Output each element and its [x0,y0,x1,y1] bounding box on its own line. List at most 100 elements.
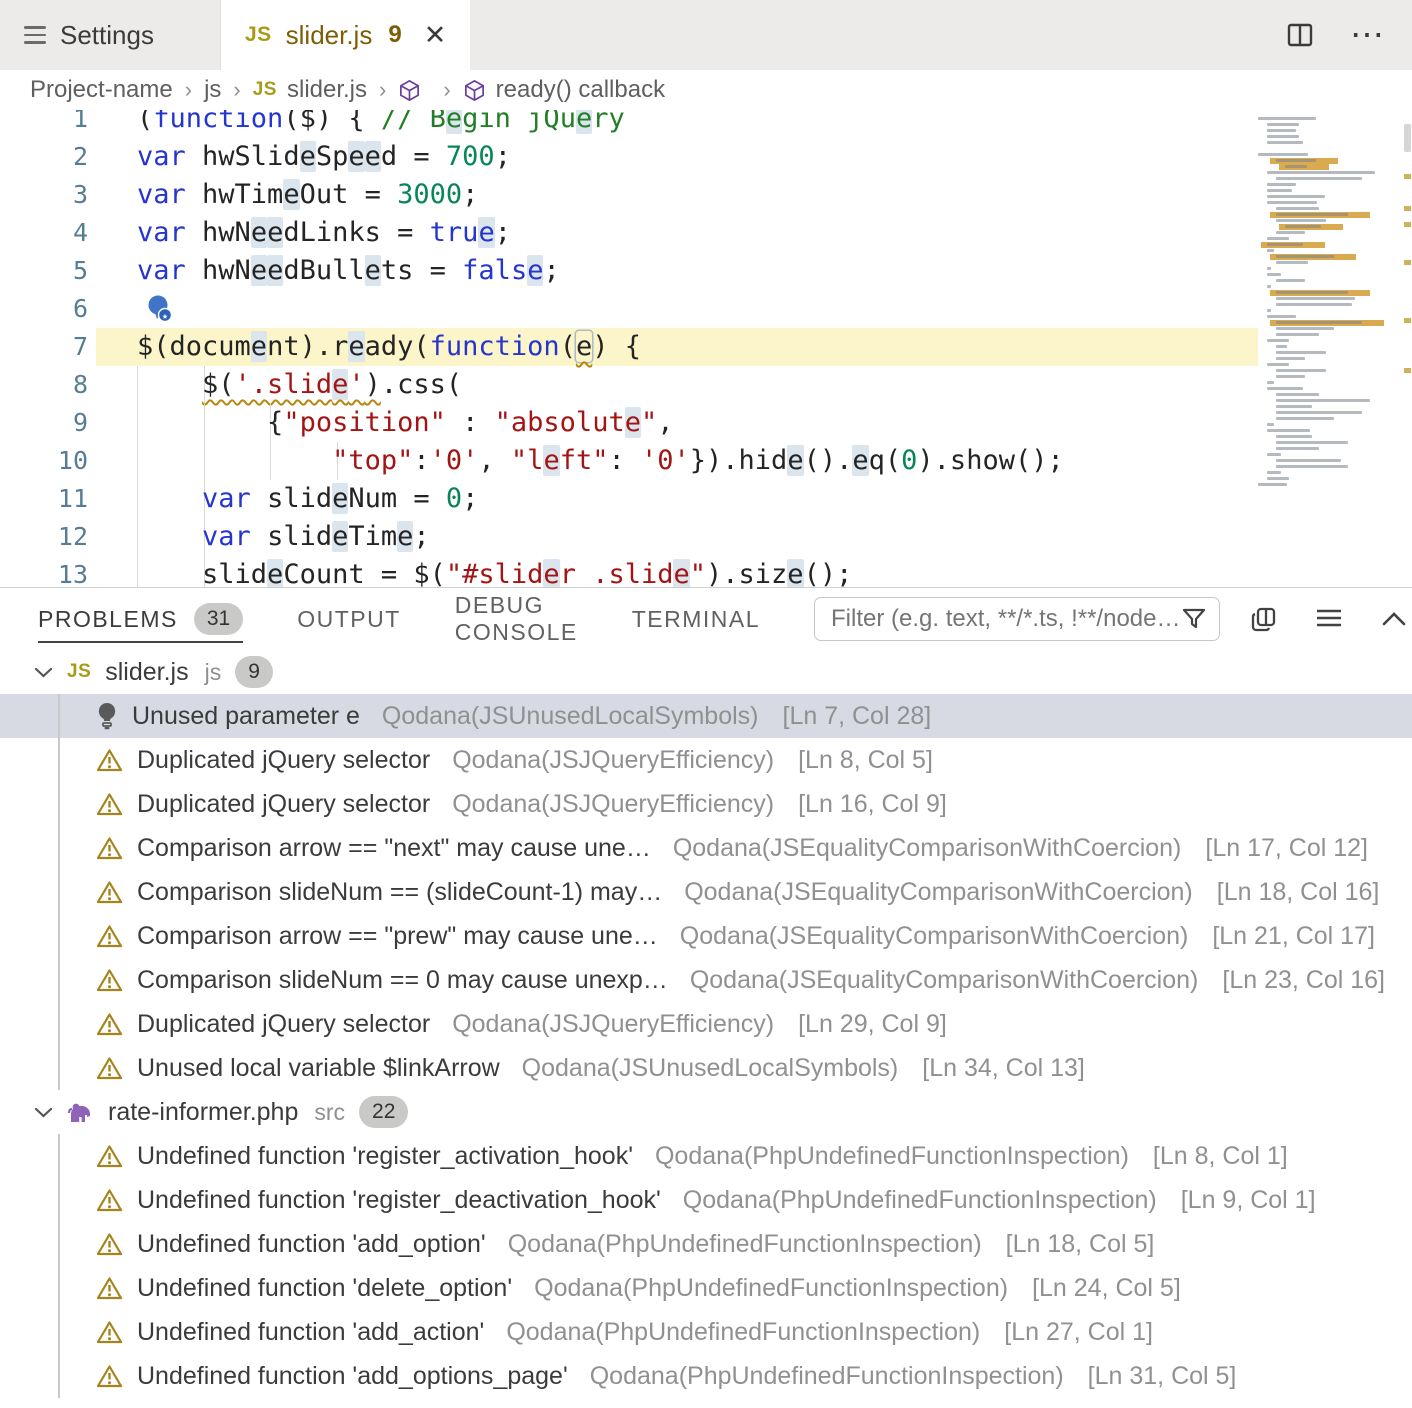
warning-icon [96,1364,123,1389]
filter-placeholder: Filter (e.g. text, **/*.ts, !**/node… [831,605,1180,633]
problem-location: [Ln 16, Col 9] [798,790,947,819]
panel-tab-debug-console[interactable]: DEBUG CONSOLE [455,588,578,650]
minimap[interactable] [1258,116,1402,488]
breadcrumb-item-js[interactable]: js [204,76,221,104]
code-line-3[interactable]: 3var hwTimeOut = 3000; [0,176,1258,214]
problem-row[interactable]: Comparison arrow == "next" may cause une… [0,826,1412,870]
settings-list-icon [24,26,46,44]
panel-header: PROBLEMS31 OUTPUT DEBUG CONSOLE TERMINAL Fi… [0,588,1412,650]
code-line-9[interactable]: 9 {"position" : "absolute", [0,404,1258,442]
more-actions-icon[interactable]: ⋯ [1350,15,1386,55]
problems-count-badge: 31 [194,603,243,635]
problems-list: JSslider.jsjs9Unused parameter eQodana(J… [0,650,1412,1398]
code-line-1[interactable]: 1 (function($) { // Begin jQuery [0,110,1258,138]
problem-message: Undefined function 'add_action' [137,1318,484,1347]
warning-icon [96,924,123,949]
code-text: (function($) { // Begin jQuery [137,110,625,138]
problem-source: Qodana(PhpUndefinedFunctionInspection) [590,1362,1064,1391]
problems-group-slider-js[interactable]: JSslider.jsjs9 [0,650,1412,694]
problem-row[interactable]: Undefined function 'add_action'Qodana(Ph… [0,1310,1412,1354]
problem-row[interactable]: Comparison slideNum == (slideCount-1) ma… [0,870,1412,914]
maximize-panel-icon[interactable] [1381,610,1407,628]
problem-location: [Ln 31, Col 5] [1088,1362,1237,1391]
breadcrumb-label: js [204,76,221,104]
code-line-4[interactable]: 4var hwNeedLinks = true; [0,214,1258,252]
problem-row[interactable]: Duplicated jQuery selectorQodana(JSJQuer… [0,782,1412,826]
problem-row[interactable]: Unused local variable $linkArrowQodana(J… [0,1046,1412,1090]
filter-funnel-icon [1181,606,1207,632]
problem-source: Qodana(PhpUndefinedFunctionInspection) [683,1186,1157,1215]
breadcrumb-item--function-[interactable] [398,79,431,102]
problems-filter-input[interactable]: Filter (e.g. text, **/*.ts, !**/node… [814,597,1219,641]
code-line-6[interactable]: 6★ [0,290,1258,328]
group-count-badge: 9 [235,656,273,688]
code-line-5[interactable]: 5var hwNeedBullets = false; [0,252,1258,290]
problem-row[interactable]: Undefined function 'delete_option'Qodana… [0,1266,1412,1310]
problem-row[interactable]: Duplicated jQuery selectorQodana(JSJQuer… [0,738,1412,782]
code-editor[interactable]: 1 (function($) { // Begin jQuery2var hwSl… [0,110,1412,588]
close-tab-icon[interactable]: ✕ [424,20,447,51]
problem-row[interactable]: Undefined function 'register_deactivatio… [0,1178,1412,1222]
line-number: 1 [0,110,88,138]
quick-fix-lightbulb-icon[interactable]: ★ [145,294,175,324]
problem-source: Qodana(JSEqualityComparisonWithCoercion) [684,878,1193,907]
panel-tab-label: OUTPUT [297,606,401,633]
problem-location: [Ln 24, Col 5] [1032,1274,1181,1303]
code-line-8[interactable]: 8 $('.slide').css( [0,366,1258,404]
line-number: 6 [0,290,88,328]
line-number: 12 [0,518,88,556]
breadcrumb-label: Project-name [30,76,173,104]
problem-message: Duplicated jQuery selector [137,1010,430,1039]
breadcrumb-item-ready-callback[interactable]: ready() callback [463,76,665,104]
breadcrumb-separator: › [379,77,386,103]
panel-tab-output[interactable]: OUTPUT [297,588,401,650]
problem-row[interactable]: Undefined function 'add_options_page'Qod… [0,1354,1412,1398]
problem-row[interactable]: Undefined function 'add_option'Qodana(Ph… [0,1222,1412,1266]
problem-row[interactable]: Duplicated jQuery selectorQodana(JSJQuer… [0,1002,1412,1046]
chevron-down-icon[interactable] [34,1106,53,1119]
overview-warning-marker [1404,222,1411,227]
split-editor-icon[interactable] [1286,21,1314,49]
tab-problem-count: 9 [388,21,401,49]
line-number: 10 [0,442,88,480]
panel-tab-label: DEBUG CONSOLE [455,592,578,646]
problem-row[interactable]: Unused parameter eQodana(JSUnusedLocalSy… [0,694,1412,738]
view-as-table-icon[interactable] [1250,606,1277,633]
symbol-cube-icon [398,79,421,102]
breadcrumb-item-project-name[interactable]: Project-name [30,76,173,104]
problem-location: [Ln 18, Col 16] [1217,878,1380,907]
breadcrumb-item-slider-js[interactable]: JSslider.js [253,76,367,104]
problem-location: [Ln 23, Col 16] [1222,966,1385,995]
code-line-12[interactable]: 12 var slideTime; [0,518,1258,556]
warning-icon [96,1232,123,1257]
code-line-7[interactable]: 7$(document).ready(function(e) { [0,328,1258,366]
tab-slider-js[interactable]: JS slider.js 9 ✕ [221,0,470,70]
code-line-10[interactable]: 10 "top":'0', "left": '0'}).hide().eq(0)… [0,442,1258,480]
problem-message: Comparison slideNum == 0 may cause unexp… [137,966,668,995]
group-file-path: src [314,1099,345,1126]
code-text: var hwNeedBullets = false; [137,252,560,290]
tab-settings[interactable]: Settings [0,0,221,70]
php-icon [67,1101,94,1124]
problems-group-rate-informer-php[interactable]: rate-informer.phpsrc22 [0,1090,1412,1134]
js-file-icon: JS [253,79,277,101]
problem-source: Qodana(JSEqualityComparisonWithCoercion) [680,922,1189,951]
problem-row[interactable]: Comparison slideNum == 0 may cause unexp… [0,958,1412,1002]
warning-icon [96,748,123,773]
problem-source: Qodana(PhpUndefinedFunctionInspection) [655,1142,1129,1171]
scrollbar-thumb[interactable] [1404,124,1411,152]
overview-warning-marker [1404,174,1411,179]
panel-tab-terminal[interactable]: TERMINAL [632,588,760,650]
warning-icon [96,836,123,861]
code-line-11[interactable]: 11 var slideNum = 0; [0,480,1258,518]
warning-icon [96,1276,123,1301]
overview-ruler[interactable] [1403,110,1412,587]
warning-icon [96,1320,123,1345]
panel-tab-problems[interactable]: PROBLEMS31 [38,588,243,650]
code-line-13[interactable]: 13 slideCount = $("#slider .slide").size… [0,556,1258,588]
problem-row[interactable]: Undefined function 'register_activation_… [0,1134,1412,1178]
problem-row[interactable]: Comparison arrow == "prew" may cause une… [0,914,1412,958]
chevron-down-icon[interactable] [34,666,53,679]
collapse-all-icon[interactable] [1315,607,1343,631]
code-line-2[interactable]: 2var hwSlideSpeed = 700; [0,138,1258,176]
